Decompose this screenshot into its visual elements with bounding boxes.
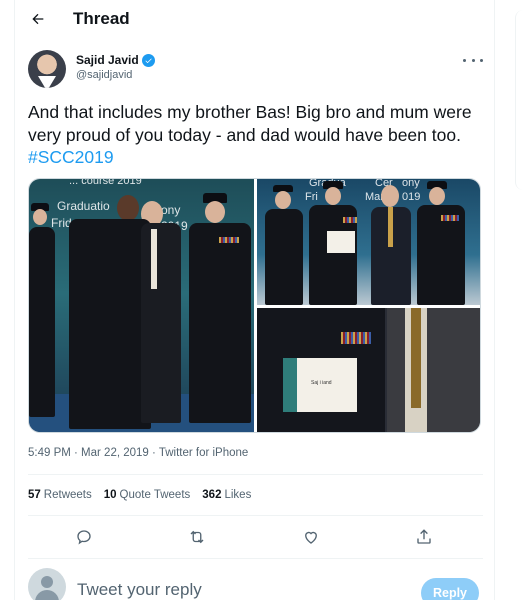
- retweet-icon: [190, 530, 204, 544]
- verified-badge-icon: [141, 53, 155, 67]
- slide-text: ony: [161, 203, 181, 217]
- slide-text: Graduatio: [57, 199, 110, 213]
- certificate-text: Saj i iand: [311, 380, 332, 386]
- reply-input[interactable]: [77, 580, 337, 600]
- author-name[interactable]: Sajid Javid: [76, 53, 139, 67]
- photo-group[interactable]: Gradua Cer ony Fri Marc 019: [257, 179, 480, 305]
- like-button[interactable]: [300, 526, 322, 548]
- header-title: Thread: [73, 9, 130, 28]
- tweet-timestamp[interactable]: 5:49 PM · Mar 22, 2019 · Twitter for iPh…: [28, 447, 248, 459]
- share-icon: [417, 529, 431, 544]
- retweets-stat[interactable]: 57 Retweets: [28, 489, 92, 501]
- more-horizontal-icon: [463, 58, 466, 62]
- slide-text: Fri: [305, 191, 318, 203]
- reply-submit-button[interactable]: Reply: [421, 578, 479, 600]
- media-grid: ... course 2019 Graduatio ony Friday 201…: [28, 178, 481, 433]
- arrow-left-icon: [32, 13, 44, 25]
- thread-column: Thread Sajid Javid @sajidjavid And that …: [14, 0, 495, 600]
- photo-certificate[interactable]: Saj i iand: [257, 308, 480, 432]
- photo-hug[interactable]: ... course 2019 Graduatio ony Friday 201…: [29, 179, 254, 432]
- slide-text: 019: [402, 191, 421, 203]
- author-handle[interactable]: @sajidjavid: [76, 69, 132, 81]
- divider: [28, 515, 483, 516]
- back-button[interactable]: [25, 6, 51, 32]
- slide-text: ony: [402, 179, 420, 189]
- reply-button[interactable]: [73, 526, 95, 548]
- tweet-stats: 57 Retweets 10 Quote Tweets 362 Likes: [28, 489, 251, 501]
- thread-header: Thread: [15, 0, 494, 38]
- tweet-actions: [15, 522, 494, 552]
- divider: [28, 474, 483, 475]
- author-avatar[interactable]: [28, 50, 66, 88]
- quote-tweets-stat[interactable]: 10 Quote Tweets: [104, 489, 191, 501]
- retweet-button[interactable]: [186, 526, 208, 548]
- divider: [28, 558, 483, 559]
- reply-icon: [77, 530, 91, 545]
- share-button[interactable]: [413, 526, 435, 548]
- more-options-button[interactable]: [463, 52, 483, 68]
- slide-text: ... course 2019: [69, 179, 142, 187]
- hashtag-link[interactable]: #SCC2019: [28, 147, 114, 167]
- author-name-row[interactable]: Sajid Javid: [76, 53, 155, 67]
- sidebar-edge: [515, 10, 523, 190]
- like-icon: [305, 531, 317, 544]
- tweet-body: And that includes my brother Bas! Big br…: [28, 102, 472, 145]
- tweet-text: And that includes my brother Bas! Big br…: [28, 101, 483, 169]
- user-avatar[interactable]: [28, 568, 66, 600]
- likes-stat[interactable]: 362 Likes: [202, 489, 251, 501]
